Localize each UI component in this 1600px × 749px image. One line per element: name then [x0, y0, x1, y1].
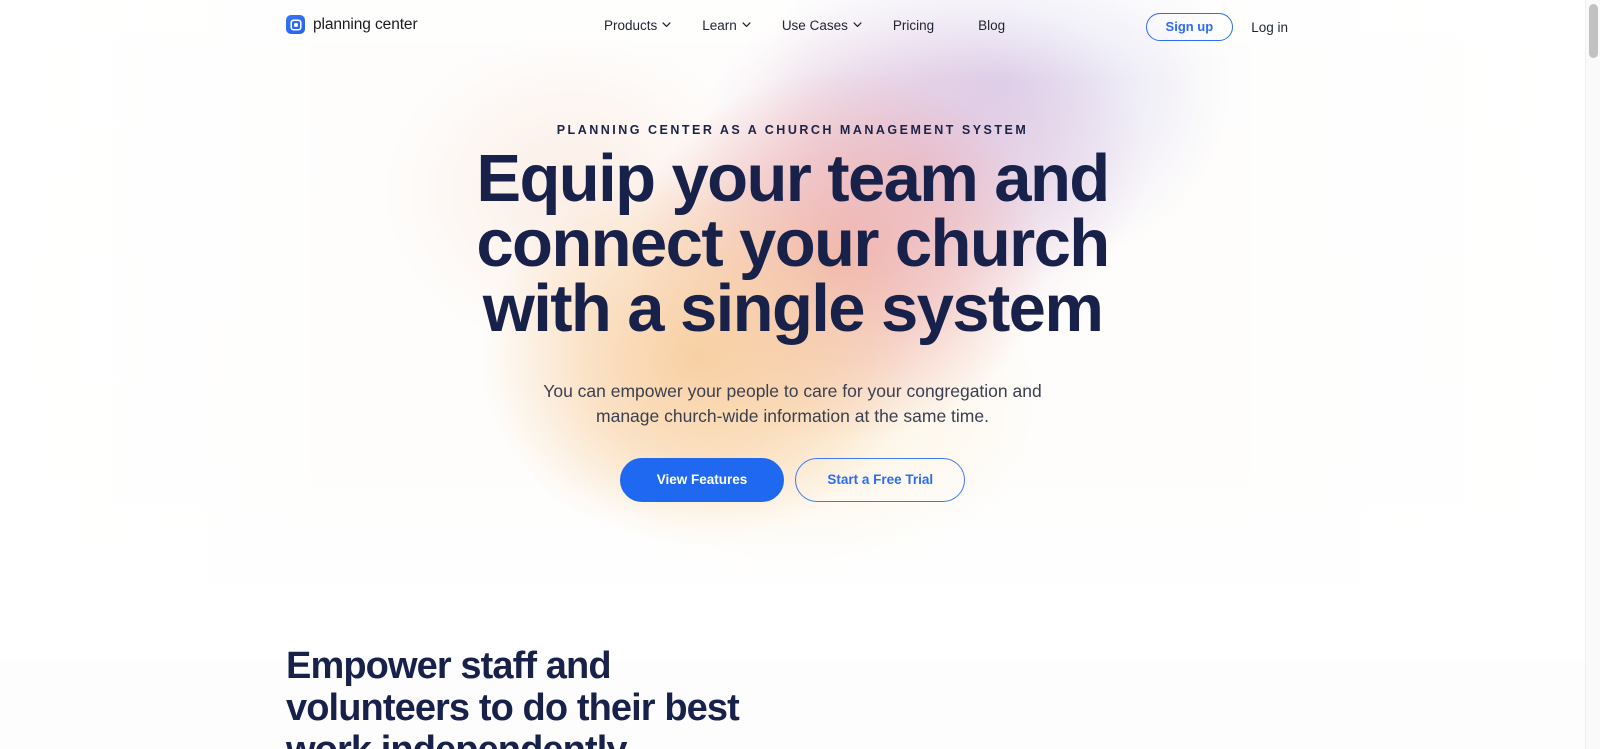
- hero-cta-row: View Features Start a Free Trial: [0, 458, 1585, 502]
- empower-section-heading: Empower staff and volunteers to do their…: [286, 645, 986, 749]
- nav-item-use-cases[interactable]: Use Cases: [782, 18, 878, 33]
- site-header: planning center Products Learn Use Cases: [0, 0, 1585, 52]
- empower-heading-line-3: work independently.: [286, 729, 986, 749]
- hero-subhead-line-1: You can empower your people to care for …: [543, 381, 1042, 401]
- hero-headline-line-1: Equip your team and: [476, 141, 1110, 216]
- hero-eyebrow: Planning Center as a Church Management S…: [556, 123, 1029, 137]
- chevron-down-icon: [853, 20, 862, 29]
- empower-heading-line-1: Empower staff and: [286, 645, 612, 687]
- nav-item-label: Pricing: [892, 18, 935, 33]
- nav-item-label: Products: [604, 18, 658, 33]
- start-free-trial-button[interactable]: Start a Free Trial: [795, 458, 966, 502]
- planning-center-logo-icon: [286, 15, 305, 34]
- nav-item-label: Use Cases: [781, 18, 848, 33]
- sign-up-button[interactable]: Sign up: [1145, 13, 1234, 41]
- brand-name: planning center: [313, 16, 418, 34]
- empower-heading-line-2: volunteers to do their best: [286, 687, 740, 729]
- brand-name-part-2: center: [375, 15, 418, 33]
- hero-subhead-line-2: manage church-wide information at the sa…: [596, 406, 989, 426]
- hero-headline-line-2: connect your church: [476, 206, 1110, 281]
- brand-name-part-1: planning: [313, 15, 371, 33]
- nav-item-label: Learn: [702, 18, 737, 33]
- page-root: planning center Products Learn Use Cases: [0, 0, 1600, 749]
- primary-navigation: Products Learn Use Cases Pricing Blog: [604, 18, 1033, 33]
- view-features-button[interactable]: View Features: [619, 458, 785, 502]
- page-scrollbar-track[interactable]: [1585, 0, 1600, 749]
- chevron-down-icon: [662, 20, 671, 29]
- empower-section: Empower staff and volunteers to do their…: [286, 645, 986, 749]
- nav-item-pricing[interactable]: Pricing: [893, 18, 950, 33]
- hero-subhead: You can empower your people to care for …: [0, 379, 1585, 429]
- log-in-link[interactable]: Log in: [1251, 20, 1288, 35]
- chevron-down-icon: [742, 20, 751, 29]
- hero-headline: Equip your team and connect your church …: [0, 141, 1585, 346]
- hero-headline-line-3: with a single system: [482, 271, 1104, 346]
- page-scrollbar-thumb[interactable]: [1589, 4, 1598, 58]
- nav-item-learn[interactable]: Learn: [702, 18, 767, 33]
- nav-item-products[interactable]: Products: [604, 18, 687, 33]
- brand-logo-link[interactable]: planning center: [286, 15, 418, 34]
- nav-item-blog[interactable]: Blog: [978, 18, 1005, 33]
- nav-item-label: Blog: [978, 18, 1006, 33]
- header-actions: Sign up Log in: [1145, 13, 1288, 41]
